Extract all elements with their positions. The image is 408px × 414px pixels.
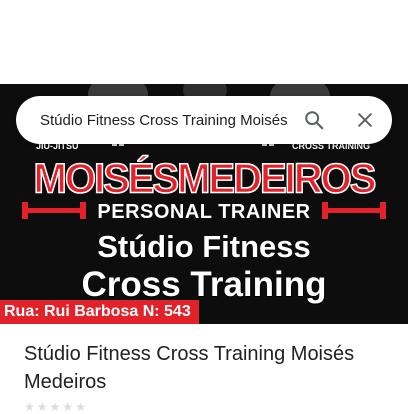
top-blank-area xyxy=(0,0,408,84)
search-icon[interactable] xyxy=(302,108,326,132)
star-icon: ★ xyxy=(24,400,35,414)
rating-stars: ★ ★ ★ ★ ★ xyxy=(24,400,86,414)
search-bar[interactable] xyxy=(16,96,392,144)
star-icon: ★ xyxy=(62,400,74,414)
star-icon: ★ xyxy=(49,400,61,414)
headline-studio-fitness: Stúdio Fitness xyxy=(97,229,311,264)
star-icon: ★ xyxy=(75,400,86,414)
close-icon[interactable] xyxy=(353,108,377,132)
search-input[interactable] xyxy=(40,108,288,132)
personal-trainer-label: PERSONAL TRAINER xyxy=(97,201,311,223)
brand-name: MOISÉSMEDEIROS xyxy=(33,155,377,203)
headline-cross-training: Cross Training xyxy=(81,265,327,304)
address-badge: Rua: Rui Barbosa N: 543 xyxy=(0,300,199,324)
place-title: Stúdio Fitness Cross Training Moisés Med… xyxy=(24,343,355,393)
star-icon: ★ xyxy=(36,400,48,414)
